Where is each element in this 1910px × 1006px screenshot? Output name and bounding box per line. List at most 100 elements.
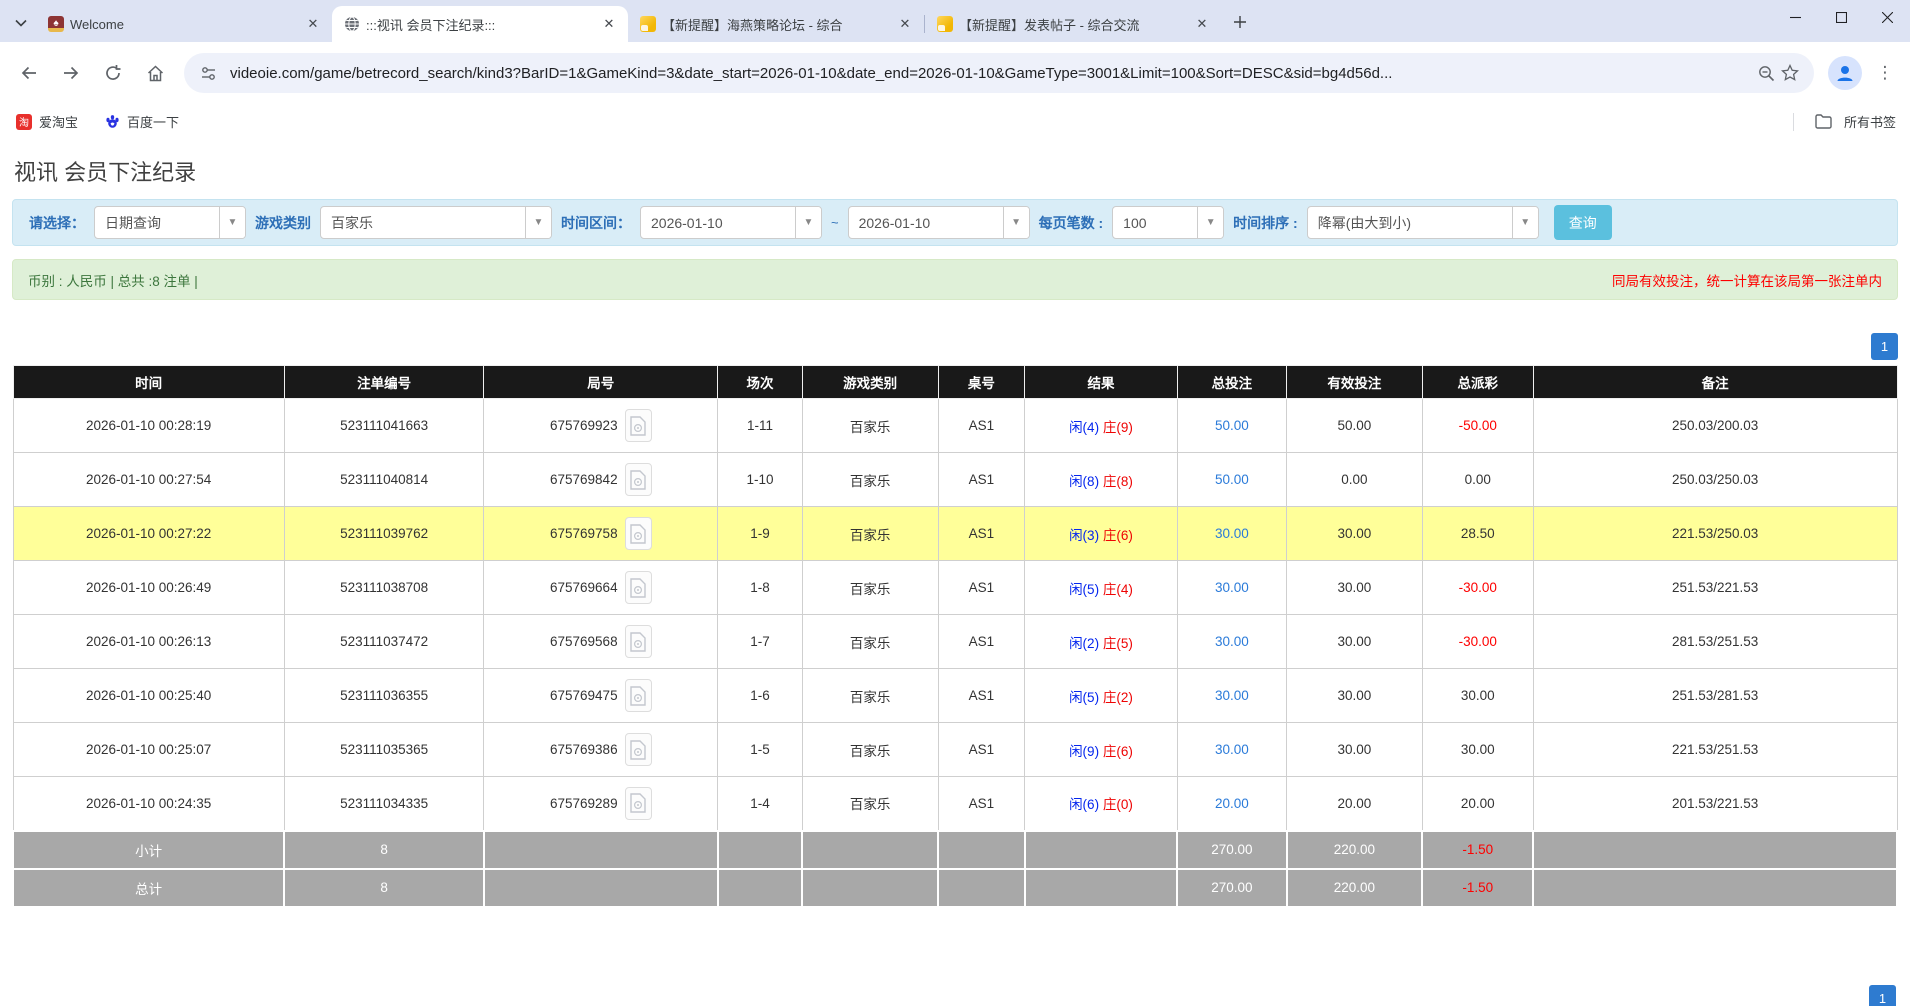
per-page-select[interactable]: 100 ▼ xyxy=(1112,206,1224,239)
cell-table-no: AS1 xyxy=(938,453,1025,507)
cell-time: 2026-01-10 00:27:22 xyxy=(13,507,284,561)
cell-round: 675769923 xyxy=(484,399,718,453)
cell-total-bet[interactable]: 50.00 xyxy=(1177,399,1286,453)
cell-round: 675769842 xyxy=(484,453,718,507)
video-replay-icon[interactable] xyxy=(625,733,652,766)
cell-total-bet[interactable]: 20.00 xyxy=(1177,777,1286,831)
sort-select[interactable]: 降幂(由大到小) ▼ xyxy=(1307,206,1539,239)
cell-note: 251.53/221.53 xyxy=(1533,561,1897,615)
player-result: 闲(8) xyxy=(1069,474,1099,489)
video-replay-icon[interactable] xyxy=(625,625,652,658)
tab-title: Welcome xyxy=(70,17,298,32)
url-text[interactable]: videoie.com/game/betrecord_search/kind3?… xyxy=(230,65,1744,82)
query-type-select[interactable]: 日期查询 ▼ xyxy=(94,206,246,239)
select-type-label: 请选择： xyxy=(29,213,85,233)
table-row: 2026-01-10 00:27:54 523111040814 6757698… xyxy=(13,453,1897,507)
game-kind-select[interactable]: 百家乐 ▼ xyxy=(320,206,552,239)
cell-table-no: AS1 xyxy=(938,399,1025,453)
browser-tab[interactable]: 【新提醒】发表帖子 - 综合交流 ✕ xyxy=(925,6,1221,42)
cell-total-bet[interactable]: 30.00 xyxy=(1177,615,1286,669)
video-replay-icon[interactable] xyxy=(625,517,652,550)
close-tab-icon[interactable]: ✕ xyxy=(600,15,618,33)
all-bookmarks-label[interactable]: 所有书签 xyxy=(1844,112,1896,131)
reload-icon[interactable] xyxy=(94,54,132,92)
video-replay-icon[interactable] xyxy=(625,409,652,442)
maximize-button[interactable] xyxy=(1818,0,1864,34)
video-replay-icon[interactable] xyxy=(625,679,652,712)
close-tab-icon[interactable]: ✕ xyxy=(896,15,914,33)
range-separator: ~ xyxy=(831,215,839,230)
table-row: 2026-01-10 00:26:49 523111038708 6757696… xyxy=(13,561,1897,615)
home-icon[interactable] xyxy=(136,54,174,92)
video-replay-icon[interactable] xyxy=(625,787,652,820)
total-payout: -1.50 xyxy=(1422,869,1533,907)
subtotal-valid-bet: 220.00 xyxy=(1287,831,1423,869)
banker-result: 庄(6) xyxy=(1103,744,1133,759)
bookmarks-separator xyxy=(1793,113,1794,131)
close-tab-icon[interactable]: ✕ xyxy=(1193,15,1211,33)
bookmark-star-icon[interactable] xyxy=(1778,64,1802,82)
cell-time: 2026-01-10 00:25:40 xyxy=(13,669,284,723)
cell-note: 251.53/281.53 xyxy=(1533,669,1897,723)
cell-total-bet[interactable]: 30.00 xyxy=(1177,723,1286,777)
cell-total-bet[interactable]: 30.00 xyxy=(1177,561,1286,615)
cell-bet-id: 523111041663 xyxy=(284,399,484,453)
new-tab-button[interactable] xyxy=(1225,7,1255,37)
cell-payout: 20.00 xyxy=(1422,777,1533,831)
window-controls xyxy=(1772,0,1910,34)
cell-session: 1-4 xyxy=(718,777,803,831)
cell-result: 闲(9) 庄(6) xyxy=(1025,723,1178,777)
profile-avatar-icon[interactable] xyxy=(1828,56,1862,90)
close-tab-icon[interactable]: ✕ xyxy=(304,15,322,33)
cell-game-kind: 百家乐 xyxy=(802,507,938,561)
video-replay-icon[interactable] xyxy=(625,463,652,496)
minimize-button[interactable] xyxy=(1772,0,1818,34)
banker-result: 庄(9) xyxy=(1103,420,1133,435)
forward-icon[interactable] xyxy=(52,54,90,92)
column-header-1: 注单编号 xyxy=(284,366,484,399)
cell-round: 675769758 xyxy=(484,507,718,561)
player-result: 闲(3) xyxy=(1069,528,1099,543)
page-1-button[interactable]: 1 xyxy=(1871,333,1898,360)
tab-search-chevron-icon[interactable] xyxy=(6,6,36,40)
cell-table-no: AS1 xyxy=(938,777,1025,831)
table-row: 2026-01-10 00:24:35 523111034335 6757692… xyxy=(13,777,1897,831)
cell-bet-id: 523111038708 xyxy=(284,561,484,615)
bookmark-item[interactable]: 淘 爱淘宝 xyxy=(14,109,80,135)
bookmark-item[interactable]: 百度一下 xyxy=(102,109,181,135)
date-start-select[interactable]: 2026-01-10 ▼ xyxy=(640,206,822,239)
cell-total-bet[interactable]: 50.00 xyxy=(1177,453,1286,507)
cell-total-bet[interactable]: 30.00 xyxy=(1177,507,1286,561)
table-row: 2026-01-10 00:26:13 523111037472 6757695… xyxy=(13,615,1897,669)
cell-bet-id: 523111036355 xyxy=(284,669,484,723)
cell-result: 闲(5) 庄(2) xyxy=(1025,669,1178,723)
cell-payout: 30.00 xyxy=(1422,669,1533,723)
back-icon[interactable] xyxy=(10,54,48,92)
taobao-favicon: 淘 xyxy=(16,114,32,130)
table-row: 2026-01-10 00:25:40 523111036355 6757694… xyxy=(13,669,1897,723)
browser-tab[interactable]: :::视讯 会员下注纪录::: ✕ xyxy=(332,6,628,42)
close-window-button[interactable] xyxy=(1864,0,1910,34)
page-1-button[interactable]: 1 xyxy=(1869,985,1896,1006)
cell-note: 281.53/251.53 xyxy=(1533,615,1897,669)
address-bar[interactable]: videoie.com/game/betrecord_search/kind3?… xyxy=(184,53,1814,93)
zoom-out-icon[interactable] xyxy=(1754,65,1778,82)
round-number: 675769475 xyxy=(550,688,618,703)
tab-title: 【新提醒】发表帖子 - 综合交流 xyxy=(959,15,1187,34)
page-content: 视讯 会员下注纪录 请选择： 日期查询 ▼ 游戏类别 百家乐 ▼ 时间区间： 2… xyxy=(0,155,1910,908)
video-replay-icon[interactable] xyxy=(625,571,652,604)
cell-valid-bet: 0.00 xyxy=(1287,453,1423,507)
poker-favicon xyxy=(48,16,64,32)
cell-round: 675769475 xyxy=(484,669,718,723)
banker-result: 庄(4) xyxy=(1103,582,1133,597)
browser-tab[interactable]: Welcome ✕ xyxy=(36,6,332,42)
cell-total-bet[interactable]: 30.00 xyxy=(1177,669,1286,723)
currency-summary-text: 币别 : 人民币 | 总共 :8 注单 | xyxy=(28,270,198,290)
date-end-select[interactable]: 2026-01-10 ▼ xyxy=(848,206,1030,239)
browser-menu-icon[interactable]: ⋮ xyxy=(1870,54,1900,92)
search-button[interactable]: 查询 xyxy=(1554,205,1612,240)
bookmark-label: 爱淘宝 xyxy=(39,112,78,131)
browser-tab[interactable]: 【新提醒】海燕策略论坛 - 综合 ✕ xyxy=(628,6,924,42)
tab-title: :::视讯 会员下注纪录::: xyxy=(366,15,594,34)
site-settings-icon[interactable] xyxy=(196,65,220,82)
